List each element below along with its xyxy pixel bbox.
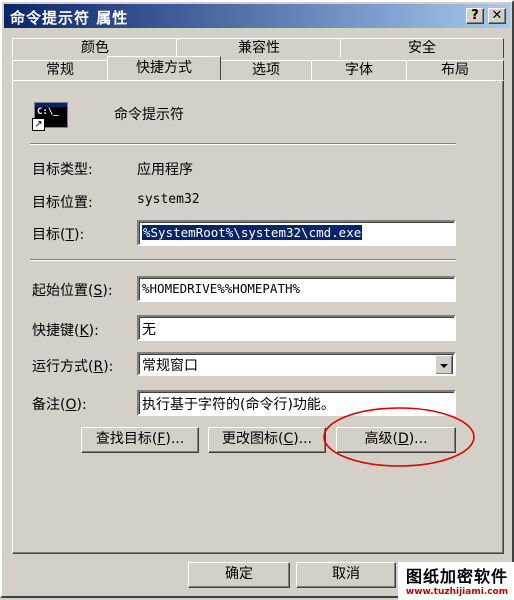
tab-label: 颜色 xyxy=(81,40,109,56)
target-label: 目标(T): xyxy=(32,227,85,243)
help-icon: ? xyxy=(471,8,479,23)
help-button[interactable]: ? xyxy=(466,8,484,24)
run-select[interactable]: 常规窗口 xyxy=(137,352,456,376)
target-location-value: system32 xyxy=(137,192,200,207)
chevron-down-icon[interactable] xyxy=(435,355,453,374)
tab-font[interactable]: 字体 xyxy=(311,60,407,80)
window-title: 命令提示符 属性 xyxy=(10,9,129,27)
close-icon: ✕ xyxy=(491,8,503,23)
target-input[interactable]: %SystemRoot%\system32\cmd.exe xyxy=(137,220,456,246)
tab-label: 选项 xyxy=(252,62,280,78)
close-button[interactable]: ✕ xyxy=(488,8,506,24)
ok-button[interactable]: 确定 xyxy=(188,562,290,588)
watermark-url: www.tuzhijiami.com xyxy=(405,587,509,597)
target-location-label: 目标位置: xyxy=(32,195,93,211)
cancel-button[interactable]: 取消 xyxy=(296,562,396,588)
hotkey-label: 快捷键(K): xyxy=(32,323,99,339)
tab-label: 布局 xyxy=(441,62,469,78)
tab-compatibility[interactable]: 兼容性 xyxy=(176,38,342,58)
tab-colors[interactable]: 颜色 xyxy=(12,38,178,58)
start-in-label: 起始位置(S): xyxy=(32,283,113,299)
shortcut-arrow-icon: ↗ xyxy=(32,118,45,131)
tab-options[interactable]: 选项 xyxy=(220,60,312,80)
find-target-button[interactable]: 查找目标(F)... xyxy=(81,427,199,453)
tab-general[interactable]: 常规 xyxy=(12,60,108,80)
target-type-value: 应用程序 xyxy=(137,162,193,178)
start-in-input[interactable]: %HOMEDRIVE%%HOMEPATH% xyxy=(137,276,456,302)
watermark-text: 图纸加密软件 xyxy=(405,567,508,586)
title-bar[interactable]: 命令提示符 属性 ? ✕ xyxy=(4,4,510,28)
separator xyxy=(30,143,456,145)
hotkey-input[interactable]: 无 xyxy=(137,315,456,341)
tab-label: 字体 xyxy=(345,62,373,78)
tab-label: 兼容性 xyxy=(238,40,280,56)
shortcut-name: 命令提示符 xyxy=(114,107,184,123)
comment-value: 执行基于字符的(命令行)功能。 xyxy=(142,397,335,413)
tab-label: 安全 xyxy=(408,40,436,56)
tab-label: 常规 xyxy=(46,62,74,78)
separator xyxy=(30,259,456,261)
tab-shortcut[interactable]: 快捷方式 xyxy=(107,56,221,80)
target-value: %SystemRoot%\system32\cmd.exe xyxy=(142,225,363,240)
tab-layout[interactable]: 布局 xyxy=(406,60,504,80)
tab-security[interactable]: 安全 xyxy=(340,38,504,58)
comment-label: 备注(O): xyxy=(32,397,87,413)
hotkey-value: 无 xyxy=(142,322,156,338)
change-icon-button[interactable]: 更改图标(C)... xyxy=(208,427,326,453)
highlight-ellipse xyxy=(323,407,475,467)
start-in-value: %HOMEDRIVE%%HOMEPATH% xyxy=(142,281,301,296)
properties-dialog: 命令提示符 属性 ? ✕ 颜色 兼容性 安全 常规 快捷方式 选项 字体 布局 … xyxy=(0,0,514,600)
tab-label: 快捷方式 xyxy=(136,60,192,76)
run-value: 常规窗口 xyxy=(142,358,198,374)
watermark: 图纸加密软件 www.tuzhijiami.com xyxy=(398,562,514,600)
run-label: 运行方式(R): xyxy=(32,359,114,375)
target-type-label: 目标类型: xyxy=(32,162,93,178)
cmd-icon: C:\_ ↗ xyxy=(32,99,70,135)
